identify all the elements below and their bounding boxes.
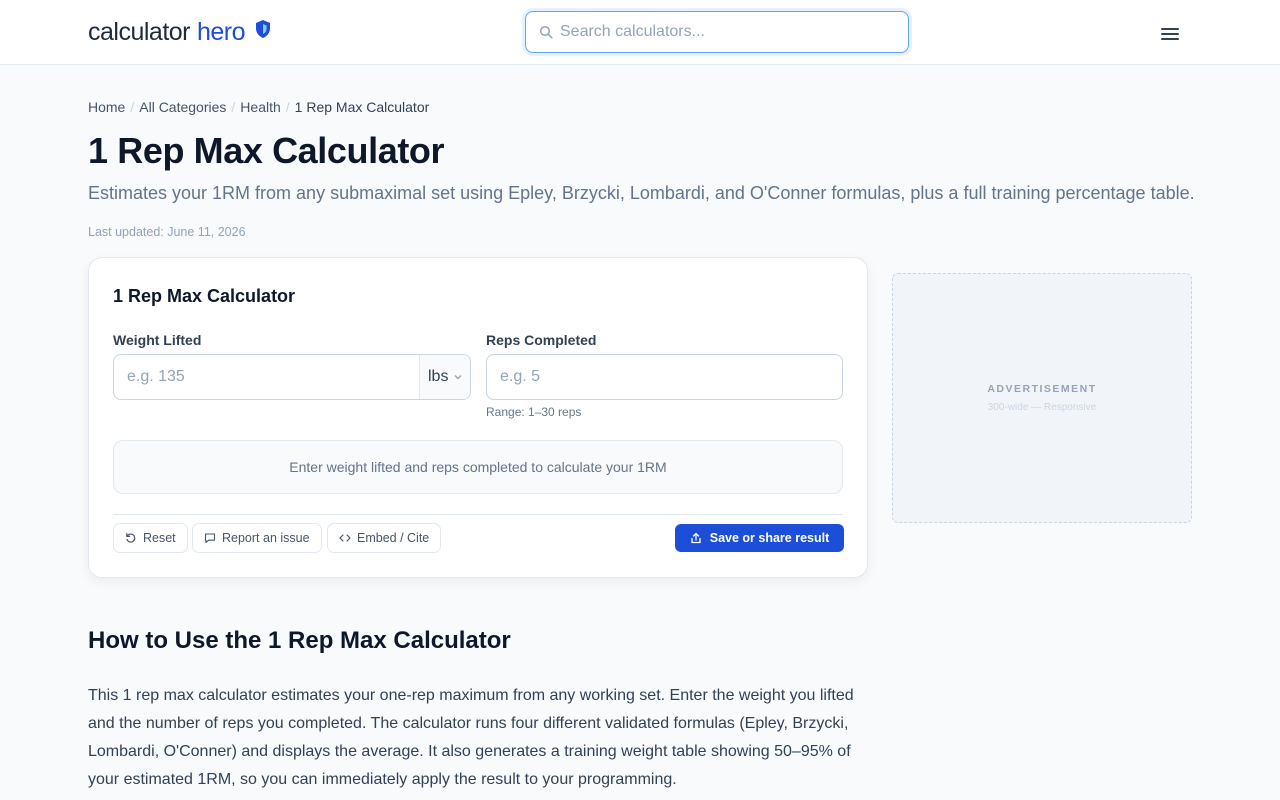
share-icon	[691, 532, 701, 544]
page-subtitle: Estimates your 1RM from any submaximal s…	[88, 183, 1195, 203]
breadcrumb-home[interactable]: Home	[88, 99, 125, 115]
howto-paragraph: This 1 rep max calculator estimates your…	[88, 687, 854, 788]
search-input[interactable]	[560, 12, 900, 51]
breadcrumb-separator: /	[231, 99, 236, 115]
ad-size-note: 300-wide — Responsive	[987, 402, 1097, 413]
chevron-down-icon	[454, 375, 462, 380]
howto-heading: How to Use the 1 Rep Max Calculator	[88, 627, 511, 654]
logo-text-primary: calculator	[88, 17, 191, 46]
reps-range-hint: Range: 1–30 reps	[486, 405, 582, 419]
unit-select[interactable]: lbs	[419, 355, 470, 399]
breadcrumb-all-categories[interactable]: All Categories	[139, 99, 226, 115]
site-header: calculator hero	[0, 0, 1280, 65]
hamburger-menu-icon	[1161, 28, 1179, 40]
comment-icon	[204, 533, 216, 544]
breadcrumb-separator: /	[130, 99, 135, 115]
breadcrumb-health[interactable]: Health	[240, 99, 280, 115]
save-share-label: Save or share result	[709, 531, 830, 545]
reps-input[interactable]	[486, 354, 843, 400]
last-updated: Last updated: June 11, 2026	[88, 225, 246, 239]
breadcrumb-current: 1 Rep Max Calculator	[294, 99, 430, 115]
code-icon	[339, 534, 351, 542]
breadcrumb-separator: /	[285, 99, 290, 115]
report-issue-button[interactable]: Report an issue	[192, 523, 322, 553]
unit-value: lbs	[428, 368, 449, 385]
ad-label: ADVERTISEMENT	[987, 383, 1097, 395]
embed-cite-button[interactable]: Embed / Cite	[327, 523, 442, 553]
search-box	[525, 11, 909, 53]
embed-cite-label: Embed / Cite	[357, 531, 430, 545]
weight-input-group: lbs	[113, 354, 471, 400]
save-share-button[interactable]: Save or share result	[675, 524, 844, 552]
menu-button[interactable]	[1156, 20, 1184, 48]
advertisement-slot: ADVERTISEMENT 300-wide — Responsive	[892, 273, 1192, 523]
calculator-title: 1 Rep Max Calculator	[113, 286, 296, 306]
breadcrumb: Home / All Categories / Health / 1 Rep M…	[88, 98, 429, 116]
shield-icon	[256, 20, 271, 38]
weight-label: Weight Lifted	[113, 332, 202, 348]
reset-button[interactable]: Reset	[113, 523, 188, 553]
reset-icon	[126, 533, 136, 543]
page-title: 1 Rep Max Calculator	[88, 130, 445, 171]
weight-input[interactable]	[114, 355, 418, 399]
reset-label: Reset	[143, 531, 176, 545]
logo-text-accent: hero	[197, 17, 246, 46]
divider	[113, 514, 843, 515]
report-issue-label: Report an issue	[222, 531, 310, 545]
site-logo[interactable]: calculator hero	[88, 16, 271, 48]
reps-label: Reps Completed	[486, 332, 597, 348]
search-icon	[539, 25, 553, 39]
calculator-card: 1 Rep Max Calculator Weight Lifted lbs R…	[88, 257, 868, 578]
result-placeholder: Enter weight lifted and reps completed t…	[113, 440, 843, 494]
